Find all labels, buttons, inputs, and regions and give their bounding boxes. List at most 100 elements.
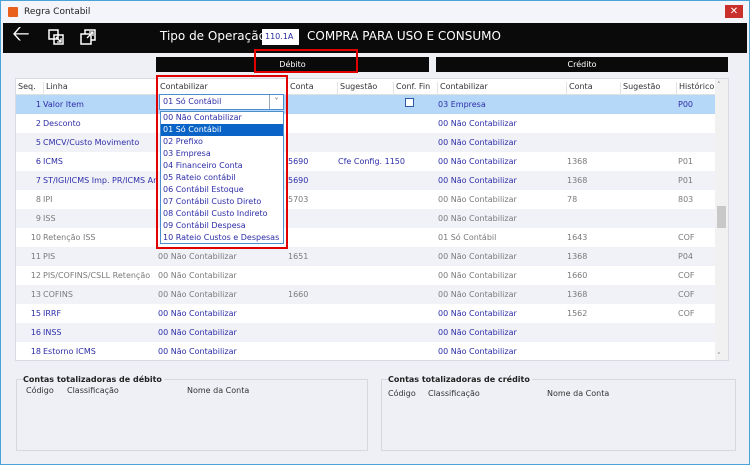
seq-cell: 6 [35,157,41,166]
panel-title: Contas totalizadoras de débito [23,375,164,384]
historico-cell: P01 [678,176,694,185]
table-row[interactable]: 10 Retenção ISS 01 Só Contábil 1643 COF [16,228,716,247]
window-title: Regra Contabil [24,7,91,17]
table-row[interactable]: 16 INSS 00 Não Contabilizar 00 Não Contabil… [16,323,716,342]
close-button[interactable]: ✕ [725,5,743,18]
debito-contabilizar-cell: 00 Não Contabilizar [158,309,237,318]
import-icon[interactable] [47,28,65,51]
linha-cell: IPI [43,195,53,204]
debito-conta-cell: 5690 [288,176,309,185]
table-row[interactable]: 8 IPI 5703 00 Não Contabilizar 78 803 [16,190,716,209]
table-row[interactable]: 15 IRRF 00 Não Contabilizar 00 Não Contabil… [16,304,716,323]
table-row[interactable]: 18 Estorno ICMS 00 Não Contabilizar 00 Não … [16,342,716,360]
credito-contabilizar-cell: 00 Não Contabilizar [438,119,517,128]
credito-conta-cell: 1562 [567,309,588,318]
back-arrow-icon[interactable]: 🡠 [12,24,30,46]
linha-cell: ST/IGI/ICMS Imp. PR/ICMS Ar [43,176,157,185]
credito-contabilizar-cell: 00 Não Contabilizar [438,138,517,147]
linha-cell: INSS [43,328,62,337]
rules-table: Seq. Linha Contabilizar Conta Sugestão C… [15,78,729,361]
col-linha[interactable]: Linha [43,82,68,95]
col-credito-sugestao[interactable]: Sugestão [620,82,660,95]
highlight-box-contabilizar [156,75,288,249]
seq-cell: 15 [30,309,41,318]
col-credito-conta[interactable]: Conta [566,82,593,95]
col-nome-conta: Nome da Conta [547,389,610,398]
col-codigo: Código [26,386,54,395]
linha-cell: IRRF [43,309,62,318]
conf-fin-checkbox[interactable] [405,98,414,107]
table-row[interactable]: 9 ISS 00 Não Contabilizar [16,209,716,228]
credito-contabilizar-cell: 00 Não Contabilizar [438,328,517,337]
scroll-down-icon[interactable]: ˅ [717,352,721,360]
col-classificacao: Classificação [428,389,480,398]
col-historico[interactable]: Histórico [676,82,714,95]
historico-cell: P04 [678,252,694,261]
credito-contabilizar-cell: 00 Não Contabilizar [438,290,517,299]
regra-contabil-window: Regra Contabil ✕ 🡠 Tipo de Operação 110.… [0,0,750,465]
credito-conta-cell: 1643 [567,233,588,242]
table-row[interactable]: 5 CMCV/Custo Movimento 00 Não Contabilizar [16,133,716,152]
credito-totals-panel: Contas totalizadoras de crédito Código C… [381,375,736,451]
scrollbar-thumb[interactable] [717,206,726,228]
credito-header: Crédito [436,57,728,72]
linha-cell: PIS [43,252,56,261]
historico-cell: P01 [678,157,694,166]
credito-contabilizar-cell: 00 Não Contabilizar [438,176,517,185]
debito-conta-cell: 5690 [288,157,309,166]
tipo-operacao-description: COMPRA PARA USO E CONSUMO [307,29,501,43]
table-row[interactable]: 13 COFINS 00 Não Contabilizar 1660 00 Não Co… [16,285,716,304]
copy-icon[interactable] [79,28,97,51]
historico-cell: COF [678,271,695,280]
table-row[interactable]: 11 PIS 00 Não Contabilizar 1651 00 Não Conta… [16,247,716,266]
credito-conta-cell: 1368 [567,290,588,299]
col-conf-fin[interactable]: Conf. Fin [393,82,430,95]
linha-cell: Desconto [43,119,81,128]
credito-conta-cell: 1368 [567,252,588,261]
credito-contabilizar-cell: 00 Não Contabilizar [438,195,517,204]
col-debito-conta[interactable]: Conta [287,82,314,95]
debito-sugestao-cell: Cfe Config. 1150 [338,157,405,166]
credito-contabilizar-cell: 00 Não Contabilizar [438,214,517,223]
linha-cell: Estorno ICMS [43,347,96,356]
linha-cell: Retenção ISS [43,233,96,242]
highlight-box-debito [254,49,358,73]
scroll-up-icon[interactable]: ˄ [717,81,721,89]
debito-contabilizar-cell: 00 Não Contabilizar [158,290,237,299]
credito-conta-cell: 1660 [567,271,588,280]
credito-contabilizar-cell: 00 Não Contabilizar [438,309,517,318]
historico-cell: COF [678,233,695,242]
table-row[interactable]: 7 ST/IGI/ICMS Imp. PR/ICMS Ar 5690 00 Não C… [16,171,716,190]
seq-cell: 12 [30,271,41,280]
vertical-scrollbar[interactable]: ˄ ˅ [715,79,728,360]
credito-contabilizar-cell: 00 Não Contabilizar [438,271,517,280]
debito-conta-cell: 1660 [288,290,309,299]
seq-cell: 2 [35,119,41,128]
debito-contabilizar-cell: 00 Não Contabilizar [158,252,237,261]
tipo-operacao-label: Tipo de Operação [160,29,266,43]
historico-cell: P00 [678,100,694,109]
table-row[interactable]: 12 PIS/COFINS/CSLL Retenção 00 Não Contabi… [16,266,716,285]
tipo-operacao-field[interactable]: 110.1A [262,29,299,45]
col-seq[interactable]: Seq. [16,82,36,95]
credito-contabilizar-cell: 01 Só Contábil [438,233,497,242]
linha-cell: COFINS [43,290,73,299]
table-row[interactable]: 2 Desconto 00 Não Contabilizar [16,114,716,133]
linha-cell: CMCV/Custo Movimento [43,138,140,147]
seq-cell: 1 [35,100,41,109]
panel-title: Contas totalizadoras de crédito [388,375,532,384]
seq-cell: 5 [35,138,41,147]
col-debito-sugestao[interactable]: Sugestão [337,82,377,95]
col-credito-contabilizar[interactable]: Contabilizar [437,82,488,95]
seq-cell: 7 [35,176,41,185]
table-row[interactable]: 1 Valor Item 03 Empresa P00 [16,95,716,114]
col-nome-conta: Nome da Conta [187,386,250,395]
credito-conta-cell: 1368 [567,176,588,185]
table-row[interactable]: 6 ICMS 5690 Cfe Config. 1150 00 Não Contabil… [16,152,716,171]
col-classificacao: Classificação [67,386,119,395]
linha-cell: Valor Item [43,100,84,109]
debito-conta-cell: 5703 [288,195,309,204]
linha-cell: ISS [43,214,56,223]
credito-contabilizar-cell: 00 Não Contabilizar [438,252,517,261]
credito-contabilizar-cell: 00 Não Contabilizar [438,347,517,356]
